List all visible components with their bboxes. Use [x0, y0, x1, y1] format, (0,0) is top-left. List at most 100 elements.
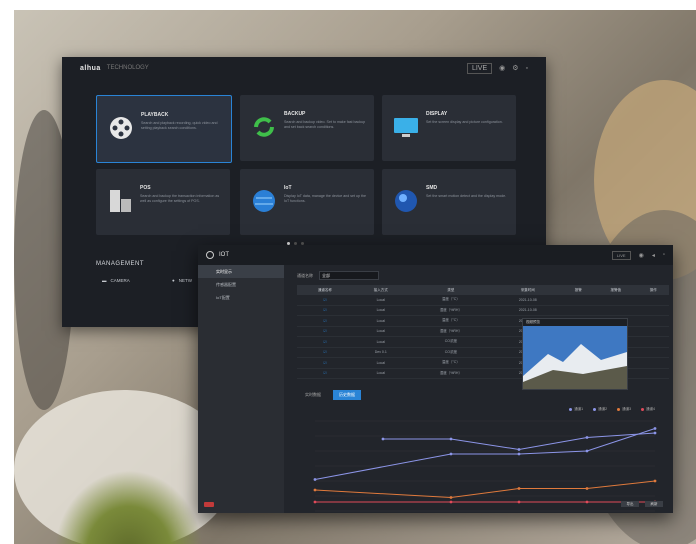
data-point	[517, 500, 521, 504]
table-cell: 湿度（%RH）	[408, 326, 494, 337]
table-cell: 湿度（%RH）	[408, 305, 494, 316]
logo: alhua	[80, 64, 101, 72]
table-cell: 温度（°C）	[408, 295, 494, 306]
tile-smd[interactable]: SMD Set the smart motion detect and the …	[382, 169, 516, 235]
sidebar: 实时显示 传感器配置 IoT配置	[198, 265, 284, 513]
filter-label: 通道名称	[297, 272, 313, 278]
data-point	[653, 427, 657, 430]
tile-title: IoT	[284, 185, 292, 191]
column-header: 通道名称	[297, 285, 353, 295]
table-cell: Local	[352, 357, 409, 369]
table-row[interactable]: ☑Local湿度（%RH）2021-10-08	[297, 305, 669, 316]
row-checkbox[interactable]: ☑	[297, 295, 353, 306]
video-preview[interactable]: 视频预览	[522, 318, 628, 390]
row-checkbox[interactable]: ☑	[297, 315, 353, 327]
mountain-image	[523, 326, 627, 389]
user-icon[interactable]: ◉	[499, 64, 505, 72]
data-point	[517, 448, 521, 451]
table-cell	[637, 295, 669, 306]
management-heading: MANAGEMENT	[96, 261, 145, 267]
data-point	[517, 487, 521, 490]
data-point	[585, 487, 589, 490]
table-cell	[593, 305, 638, 316]
table-cell: Local	[352, 336, 409, 348]
table-cell: 2021-10-08	[493, 295, 563, 306]
table-cell	[562, 295, 594, 306]
table-cell: Local	[352, 295, 409, 306]
data-point	[585, 436, 589, 439]
tile-pos[interactable]: POS Search and backup the transaction in…	[96, 169, 230, 235]
table-cell: Local	[352, 368, 409, 379]
column-header: 采集时间	[493, 285, 563, 295]
iot-titlebar: IOT LIVE ◉ ◂ ▫	[198, 245, 673, 265]
table-cell: Dev 0.1	[352, 347, 409, 358]
management-network[interactable]: ● NETW	[172, 278, 192, 283]
live-button[interactable]: LIVE	[466, 62, 493, 74]
back-icon[interactable]: ◂	[652, 252, 655, 259]
main-content: 通道名称 全部 通道名称 接入方式 类型 采集时间 报警 报警值 操作 ☑ Local 温度（°…	[291, 265, 669, 513]
network-icon: ●	[172, 278, 175, 283]
row-checkbox[interactable]: ☑	[297, 326, 353, 337]
plant	[54, 470, 204, 544]
row-checkbox[interactable]: ☑	[297, 305, 353, 316]
refresh-button[interactable]: 刷新	[645, 501, 663, 507]
table-cell	[562, 305, 594, 316]
management-item-label: NETW	[178, 278, 192, 283]
table-cell	[637, 315, 669, 327]
data-point	[585, 500, 589, 504]
table-cell: CO浓度	[408, 347, 494, 358]
series-line	[383, 432, 656, 451]
tile-playback[interactable]: PLAYBACK Search and playback recording, …	[96, 95, 232, 163]
management-camera[interactable]: ▬ CAMERA	[102, 278, 130, 283]
table-cell	[637, 305, 669, 316]
export-button[interactable]: 导出	[621, 501, 639, 507]
tab-history[interactable]: 历史数据	[333, 390, 361, 400]
table-cell	[637, 336, 669, 348]
tab-realtime[interactable]: 实时数据	[299, 390, 327, 400]
table-row[interactable]: ☑Local温度（°C）2021-10-08	[297, 295, 669, 306]
globe-icon	[253, 190, 275, 212]
tile-title: POS	[140, 185, 151, 191]
data-point	[313, 500, 317, 504]
tile-backup[interactable]: BACKUP Search and backup video. Set to m…	[240, 95, 374, 161]
settings-icon[interactable]: ⚙	[512, 64, 518, 72]
user-icon[interactable]: ◉	[639, 252, 644, 259]
history-line-chart	[313, 420, 657, 512]
table-cell	[637, 368, 669, 379]
tile-iot[interactable]: IoT Display IoT data, manage the device …	[240, 169, 374, 235]
monitor-icon	[394, 118, 418, 137]
data-point	[449, 500, 453, 504]
column-header: 操作	[637, 285, 669, 295]
table-cell: Local	[352, 315, 409, 327]
column-header: 报警值	[593, 285, 638, 295]
data-point	[653, 479, 657, 483]
sidebar-item-iot-config[interactable]: IoT配置	[198, 291, 284, 304]
data-point	[449, 437, 453, 441]
close-icon[interactable]: ▫	[526, 65, 528, 72]
data-point	[381, 437, 385, 441]
legend-item: 通道3	[617, 407, 631, 412]
live-button[interactable]: LIVE	[611, 250, 631, 260]
tile-desc: Search and playback recording, quick vid…	[141, 121, 218, 130]
row-checkbox[interactable]: ☑	[297, 336, 353, 348]
channel-select[interactable]: 全部	[319, 271, 379, 280]
data-point	[653, 431, 657, 435]
tile-title: BACKUP	[284, 111, 306, 117]
legend-item: 通道1	[569, 407, 583, 412]
data-point	[585, 449, 589, 453]
data-point	[313, 478, 317, 481]
row-checkbox[interactable]: ☑	[297, 347, 353, 358]
data-point	[449, 496, 453, 499]
column-header: 接入方式	[352, 285, 409, 295]
sidebar-item-realtime[interactable]: 实时显示	[198, 265, 284, 278]
sidebar-item-sensor[interactable]: 传感器配置	[198, 278, 284, 291]
table-cell	[637, 326, 669, 337]
film-reel-icon	[110, 117, 132, 139]
tile-display[interactable]: DISPLAY Set the screen display and pictu…	[382, 95, 516, 161]
row-checkbox[interactable]: ☑	[297, 357, 353, 369]
row-checkbox[interactable]: ☑	[297, 368, 353, 379]
sync-icon	[254, 117, 274, 137]
delete-button[interactable]	[204, 502, 214, 507]
close-icon[interactable]: ▫	[663, 252, 665, 258]
table-cell: 湿度（%RH）	[408, 368, 494, 379]
